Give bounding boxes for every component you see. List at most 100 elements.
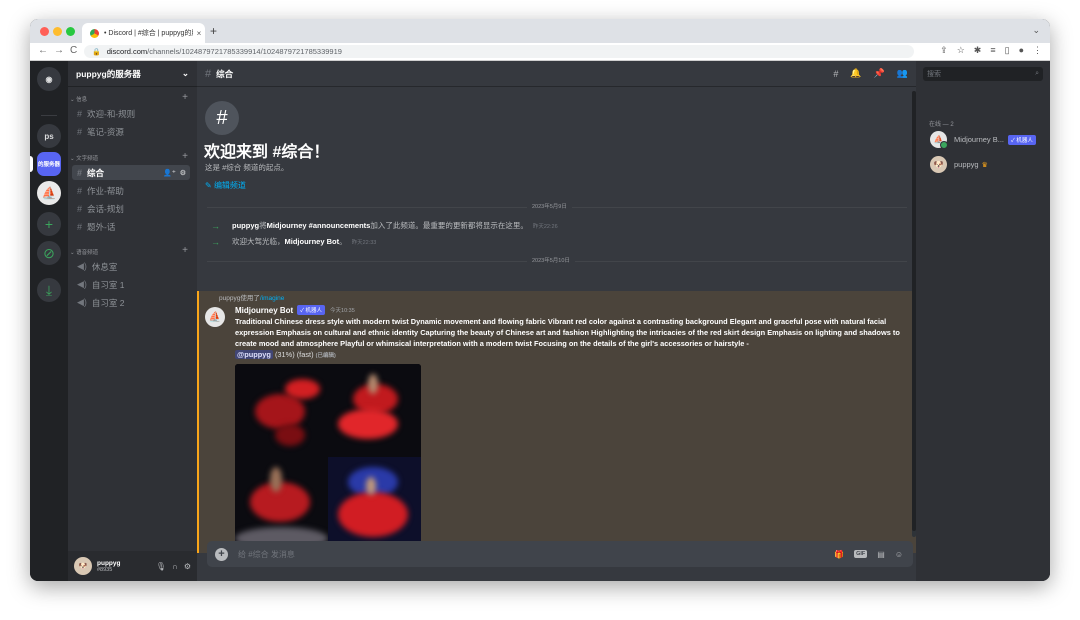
category-voice[interactable]: ⌄ 语音频道 + <box>70 246 188 257</box>
channel-label: 欢迎-和-规则 <box>87 108 136 119</box>
avatar: 🐶 <box>930 156 947 173</box>
mute-mic-icon[interactable]: 🎙 <box>156 562 166 571</box>
avatar[interactable]: ⛵ <box>205 307 225 327</box>
add-channel-icon[interactable]: + <box>182 93 188 103</box>
system-message: → 欢迎大驾光临， Midjourney Bot 。 昨天22:33 <box>211 236 376 247</box>
share-icon[interactable]: ⇪ <box>940 45 948 56</box>
message-header: Midjourney Bot ✓ 机器人 今天10:35 <box>235 305 355 315</box>
generated-image-grid[interactable] <box>235 364 421 550</box>
search-placeholder: 搜索 <box>927 71 941 78</box>
window-close-button[interactable] <box>40 27 49 36</box>
tab-close-icon[interactable]: × <box>193 29 205 38</box>
channel-general[interactable]: # 综合 👤⁺ ⚙ <box>72 165 190 180</box>
channel-settings-gear-icon[interactable]: ⚙ <box>180 169 186 177</box>
system-user[interactable]: puppyg <box>232 221 259 230</box>
hash-icon: # <box>77 167 83 178</box>
explore-servers-icon[interactable]: ⊘ <box>37 241 61 265</box>
window-minimize-button[interactable] <box>53 27 62 36</box>
member-category: 在线 — 2 <box>929 122 954 128</box>
voice-channel-study2[interactable]: ◀) 自习室 2 <box>72 295 190 310</box>
download-apps-icon[interactable]: ⤓ <box>37 278 61 302</box>
generated-image-3[interactable] <box>235 457 328 550</box>
search-input[interactable]: 搜索 ⌕ <box>923 67 1043 81</box>
headphones-icon[interactable]: ∩ <box>172 562 178 571</box>
upload-plus-icon[interactable]: + <box>215 547 228 561</box>
member-puppyg[interactable]: 🐶 puppyg ♛ <box>930 156 1048 173</box>
member-list: 搜索 ⌕ 在线 — 2 ⛵ Midjourney B... ✓ 机器人 🐶 pu… <box>916 61 1050 581</box>
server-rail: ◉ ps 的服务器 ⛵ + ⊘ ⤓ <box>30 61 68 581</box>
server-header[interactable]: puppyg的服务器 ⌄ <box>68 61 197 87</box>
url-path: /channels/1024879721785339914/1024879721… <box>147 47 342 56</box>
gift-icon[interactable]: 🎁 <box>834 550 844 559</box>
threads-icon[interactable]: # <box>833 69 838 79</box>
message-composer: + 🎁 GIF ▤ ☺ <box>207 541 913 567</box>
bot-username[interactable]: Midjourney Bot <box>235 306 293 315</box>
channel-homework[interactable]: # 作业-帮助 <box>72 183 190 198</box>
channel-label: 笔记-资源 <box>87 126 124 137</box>
server-icon-ps[interactable]: ps <box>37 124 61 148</box>
category-text[interactable]: ⌄ 文字频道 + <box>70 152 188 163</box>
channel-notes[interactable]: # 笔记-资源 <box>72 124 190 139</box>
new-tab-button[interactable]: + <box>210 24 217 38</box>
avatar[interactable]: 🐶 <box>74 557 92 575</box>
user-info[interactable]: puppyg #8935 <box>97 560 156 573</box>
member-midjourney[interactable]: ⛵ Midjourney B... ✓ 机器人 <box>930 131 1048 149</box>
date-label: 2023年5月9日 <box>527 202 572 210</box>
chevron-down-icon: ⌄ <box>181 68 189 78</box>
server-icon-puppyg[interactable]: 的服务器 <box>37 152 61 176</box>
tab-search-chevron-icon[interactable]: ⌄ <box>1032 25 1040 36</box>
forward-button[interactable]: → <box>54 45 64 56</box>
side-panel-icon[interactable]: ▯ <box>1005 45 1010 56</box>
generated-image-1[interactable] <box>235 364 328 457</box>
user-mention[interactable]: @puppyg <box>235 350 273 359</box>
midjourney-server-icon[interactable]: ⛵ <box>37 181 61 205</box>
bookmark-star-icon[interactable]: ☆ <box>957 45 965 56</box>
voice-channel-study1[interactable]: ◀) 自习室 1 <box>72 277 190 292</box>
username: puppyg <box>97 559 121 567</box>
system-bot[interactable]: Midjourney Bot <box>285 237 340 246</box>
generated-image-2[interactable] <box>328 364 421 457</box>
command-reply-line[interactable]: puppyg使用了/imagine <box>219 292 284 302</box>
channel-planning[interactable]: # 会话-规划 <box>72 201 190 216</box>
profile-avatar-icon[interactable]: ● <box>1019 45 1024 56</box>
member-list-icon[interactable]: 👥 <box>897 68 908 79</box>
welcome-subtitle: 这是 #综合 频道的起点。 <box>205 163 289 172</box>
channel-rules[interactable]: # 欢迎-和-规则 <box>72 106 190 121</box>
url-host: discord.com <box>106 47 148 56</box>
pin-icon[interactable]: 📌 <box>874 68 885 79</box>
emoji-icon[interactable]: ☺ <box>895 550 903 559</box>
user-settings-gear-icon[interactable]: ⚙ <box>184 562 191 571</box>
reading-list-icon[interactable]: ≡ <box>990 45 995 56</box>
category-info[interactable]: ⌄ 信息 + <box>70 93 188 104</box>
sticker-icon[interactable]: ▤ <box>877 550 885 559</box>
system-text: 将 <box>259 221 267 230</box>
timestamp: 昨天22:33 <box>351 239 377 246</box>
system-message: → puppyg 将 Midjourney #announcements 加入了… <box>211 220 558 231</box>
generated-image-4[interactable] <box>328 457 421 550</box>
address-bar: ← → C 🔒 discord.com/channels/10248797217… <box>30 43 1050 61</box>
browser-menu-icon[interactable]: ⋮ <box>1033 45 1042 56</box>
voice-channel-lounge[interactable]: ◀) 休息室 <box>72 259 190 274</box>
browser-tab[interactable]: • Discord | #综合 | puppyg的服 × <box>82 23 205 43</box>
notification-bell-icon[interactable]: 🔔 <box>850 68 861 79</box>
channel-label: 题外-话 <box>87 221 116 232</box>
window-maximize-button[interactable] <box>66 27 75 36</box>
discord-home-icon[interactable]: ◉ <box>37 67 61 91</box>
join-arrow-icon: → <box>211 236 220 247</box>
add-channel-icon[interactable]: + <box>182 152 188 162</box>
channel-offtopic[interactable]: # 题外-话 <box>72 219 190 234</box>
back-button[interactable]: ← <box>38 45 48 56</box>
url-field[interactable]: 🔒 discord.com/channels/10248797217853399… <box>84 45 914 58</box>
timestamp: 昨天22:26 <box>532 223 558 230</box>
reload-button[interactable]: C <box>70 45 77 56</box>
extensions-icon[interactable]: ✱ <box>974 45 982 56</box>
system-text: 欢迎大驾光临， <box>232 237 285 246</box>
online-status-icon <box>940 141 948 149</box>
edit-channel-link[interactable]: ✎ 编辑频道 <box>205 180 246 191</box>
invite-icon[interactable]: 👤⁺ <box>163 169 175 177</box>
system-bot[interactable]: Midjourney #announcements <box>267 221 371 230</box>
add-channel-icon[interactable]: + <box>182 246 188 256</box>
gif-picker-button[interactable]: GIF <box>854 550 868 558</box>
add-server-icon[interactable]: + <box>37 212 61 236</box>
message-input[interactable] <box>236 548 835 560</box>
